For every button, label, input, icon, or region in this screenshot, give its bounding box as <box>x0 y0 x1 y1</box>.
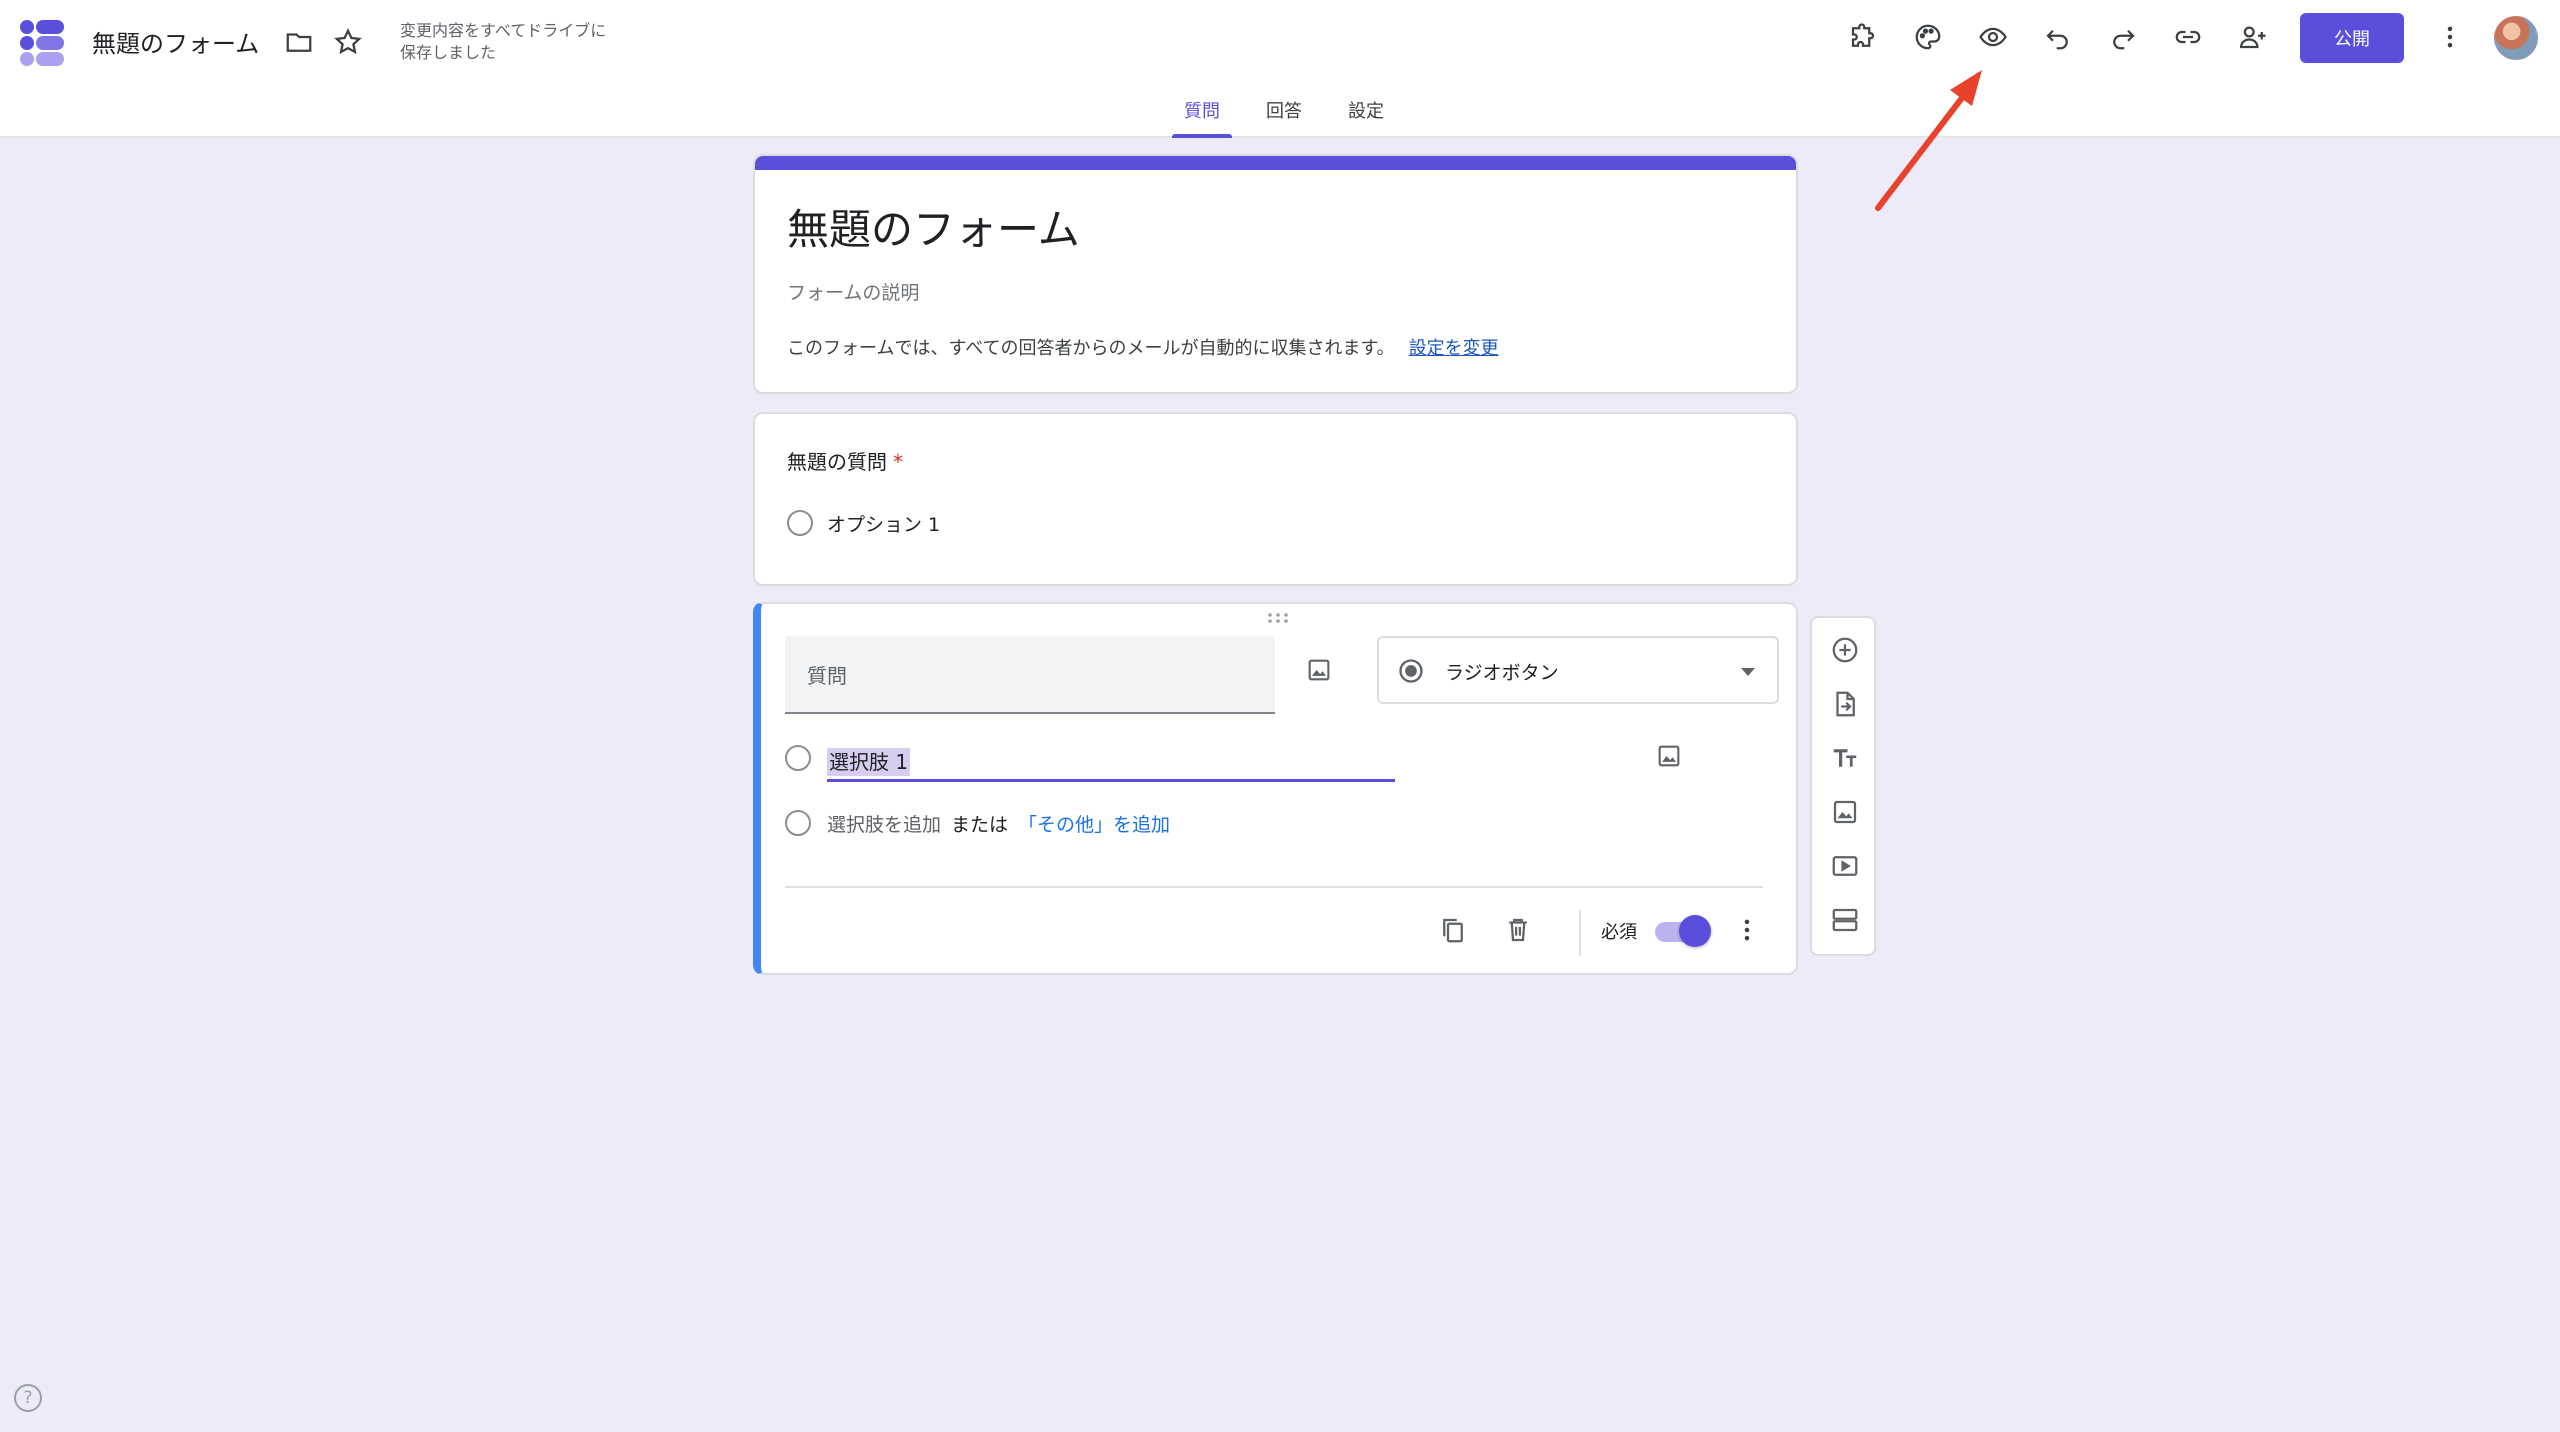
radio-circle <box>785 745 811 771</box>
change-settings-link[interactable]: 設定を変更 <box>1409 338 1499 359</box>
user-avatar[interactable] <box>2494 16 2538 60</box>
add-collaborator-icon[interactable] <box>2233 17 2273 57</box>
add-image-icon[interactable] <box>1301 652 1337 688</box>
question-title: 無題の質問 * <box>787 446 903 475</box>
add-question-icon[interactable] <box>1825 630 1865 670</box>
form-description-field[interactable]: フォームの説明 <box>787 278 919 305</box>
more-vert-icon[interactable] <box>2430 17 2470 57</box>
divider <box>1579 910 1581 956</box>
form-tabs: 質問 回答 設定 <box>1172 90 1418 138</box>
form-title[interactable]: 無題のフォーム <box>787 196 1080 257</box>
drag-handle-icon[interactable] <box>1266 612 1290 624</box>
document-title[interactable]: 無題のフォーム <box>92 24 259 59</box>
question-title-input[interactable]: 質問 <box>785 636 1275 714</box>
help-icon[interactable]: ? <box>14 1384 42 1412</box>
more-vert-icon[interactable] <box>1727 910 1767 950</box>
required-label: 必須 <box>1601 922 1637 943</box>
option-image-icon[interactable] <box>1651 738 1687 774</box>
accent-bar <box>755 156 1796 170</box>
addons-puzzle-icon[interactable] <box>1843 17 1883 57</box>
radio-circle <box>787 510 813 536</box>
tab-questions[interactable]: 質問 <box>1172 90 1232 138</box>
delete-icon[interactable] <box>1498 910 1538 950</box>
palette-icon[interactable] <box>1908 17 1948 57</box>
email-collection-note: このフォームでは、すべての回答者からのメールが自動的に収集されます。 設定を変更 <box>787 334 1499 360</box>
redo-icon[interactable] <box>2103 17 2143 57</box>
email-note-text: このフォームでは、すべての回答者からのメールが自動的に収集されます。 <box>787 338 1395 359</box>
publish-button[interactable]: 公開 <box>2300 13 2404 63</box>
import-questions-icon[interactable] <box>1825 684 1865 724</box>
or-text: または <box>951 814 1009 836</box>
option-label: オプション 1 <box>827 514 941 536</box>
tab-responses[interactable]: 回答 <box>1254 90 1314 138</box>
radio-button-icon <box>1399 659 1423 683</box>
question-editor-card[interactable]: 質問 ラジオボタン 選択肢 1 選択肢を追加 または 「その他」を追加 必須 <box>753 602 1798 975</box>
folder-icon[interactable] <box>279 22 319 62</box>
floating-toolbar <box>1810 616 1876 956</box>
star-icon[interactable] <box>328 22 368 62</box>
save-status: 変更内容をすべてドライブに 保存しました <box>400 21 607 62</box>
undo-icon[interactable] <box>2038 17 2078 57</box>
top-bar: 無題のフォーム 変更内容をすべてドライブに 保存しました 公開 質問 回答 設定 <box>0 0 2560 138</box>
add-section-icon[interactable] <box>1825 900 1865 940</box>
option-input-text: 選択肢 1 <box>827 748 911 776</box>
add-title-text-icon[interactable] <box>1825 738 1865 778</box>
radio-circle <box>785 810 811 836</box>
tab-settings[interactable]: 設定 <box>1336 90 1396 138</box>
question-type-label: ラジオボタン <box>1445 662 1559 684</box>
chevron-down-icon <box>1741 668 1755 676</box>
add-video-icon[interactable] <box>1825 846 1865 886</box>
required-toggle-knob[interactable] <box>1679 915 1711 947</box>
annotation-arrow-icon <box>1875 70 1982 211</box>
duplicate-icon[interactable] <box>1433 910 1473 950</box>
add-other-button[interactable]: 「その他」を追加 <box>1018 814 1170 836</box>
forms-logo-icon[interactable] <box>16 16 68 68</box>
required-asterisk: * <box>893 450 903 474</box>
add-image-icon[interactable] <box>1825 792 1865 832</box>
option-input[interactable]: 選択肢 1 <box>827 736 1395 782</box>
question-type-dropdown[interactable]: ラジオボタン <box>1377 636 1779 704</box>
preview-eye-icon[interactable] <box>1973 17 2013 57</box>
question-card[interactable]: 無題の質問 * オプション 1 <box>753 412 1798 586</box>
divider <box>785 886 1763 888</box>
add-option-button[interactable]: 選択肢を追加 <box>827 814 941 836</box>
link-icon[interactable] <box>2168 17 2208 57</box>
add-option-row: 選択肢を追加 または 「その他」を追加 <box>827 810 1170 837</box>
form-header-card[interactable]: 無題のフォーム フォームの説明 このフォームでは、すべての回答者からのメールが自… <box>753 154 1798 394</box>
question-title-text: 無題の質問 <box>787 450 887 474</box>
